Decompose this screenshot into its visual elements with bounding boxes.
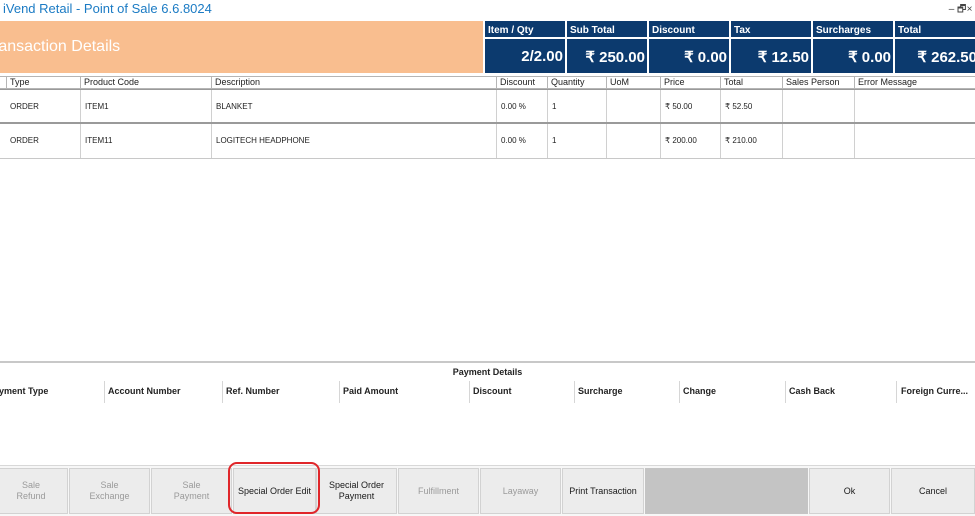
column-header-quantity[interactable]: Quantity (547, 77, 606, 89)
special-order-payment-button[interactable]: Special Order Payment (316, 468, 397, 514)
window-controls: –🗗× (948, 2, 975, 19)
cell-error-message (854, 124, 975, 158)
title-bar: iVend Retail - Point of Sale 6.6.8024 –🗗… (0, 0, 975, 20)
cell-total: ₹ 210.00 (720, 124, 782, 158)
ok-button[interactable]: Ok (809, 468, 890, 514)
cell-quantity: 1 (547, 90, 606, 122)
cell-discount: 0.00 % (496, 90, 547, 122)
cell-total: ₹ 52.50 (720, 90, 782, 122)
total-label: Sub Total (570, 25, 615, 36)
table-header: Type Product Code Description Discount Q… (0, 76, 975, 89)
transaction-details-banner: ransaction Details (0, 21, 483, 73)
cell-sales-person (782, 124, 854, 158)
column-header-sales-person[interactable]: Sales Person (782, 77, 854, 89)
payment-details-title: Payment Details (452, 367, 523, 377)
column-header-discount[interactable]: Discount (496, 77, 547, 89)
table-row[interactable]: ORDER ITEM11 LOGITECH HEADPHONE 0.00 % 1… (0, 124, 975, 159)
column-header-uom[interactable]: UoM (606, 77, 660, 89)
page-title: ransaction Details (0, 38, 121, 55)
transaction-header: ransaction Details Item / Qty 2/2.00 Sub… (0, 21, 975, 73)
close-icon[interactable]: × (966, 4, 975, 15)
column-header-description[interactable]: Description (211, 77, 496, 89)
cell-type: ORDER (10, 136, 39, 145)
total-cell-surcharges: Surcharges ₹ 0.00 (811, 21, 893, 73)
payment-column-type[interactable]: yment Type (0, 386, 48, 396)
cell-quantity: 1 (547, 124, 606, 158)
restore-icon[interactable]: 🗗 (957, 2, 966, 19)
total-value: ₹ 0.00 (848, 49, 891, 66)
cell-uom (606, 90, 660, 122)
special-order-edit-button[interactable]: Special Order Edit (233, 468, 316, 514)
app-title: iVend Retail - Point of Sale 6.6.8024 (3, 1, 212, 16)
total-cell-item-qty: Item / Qty 2/2.00 (483, 21, 565, 73)
column-header-error-message[interactable]: Error Message (854, 77, 975, 89)
total-label: Total (898, 25, 922, 36)
print-transaction-button[interactable]: Print Transaction (562, 468, 644, 514)
cancel-button[interactable]: Cancel (891, 468, 975, 514)
button-bar-spacer (645, 468, 808, 514)
sale-payment-button[interactable]: Sale Payment (151, 468, 232, 514)
fulfillment-button[interactable]: Fulfillment (398, 468, 479, 514)
total-cell-discount: Discount ₹ 0.00 (647, 21, 729, 73)
payment-details-panel: Payment Details yment Type Account Numbe… (0, 361, 975, 464)
payment-column-discount[interactable]: Discount (473, 386, 512, 396)
sale-exchange-button[interactable]: Sale Exchange (69, 468, 150, 514)
cell-discount: 0.00 % (496, 124, 547, 158)
column-header-price[interactable]: Price (660, 77, 720, 89)
total-cell-tax: Tax ₹ 12.50 (729, 21, 811, 73)
cell-uom (606, 124, 660, 158)
cell-description: BLANKET (211, 90, 496, 122)
column-header-total[interactable]: Total (720, 77, 782, 89)
cell-type: ORDER (10, 102, 39, 111)
sale-refund-button[interactable]: Sale Refund (0, 468, 68, 514)
total-value: ₹ 12.50 (757, 49, 809, 66)
table-row[interactable]: ORDER ITEM1 BLANKET 0.00 % 1 ₹ 50.00 ₹ 5… (0, 89, 975, 124)
total-value: 2/2.00 (521, 48, 563, 65)
total-cell-total: Total ₹ 262.50 (893, 21, 975, 73)
minimize-icon[interactable]: – (948, 4, 957, 15)
cell-error-message (854, 90, 975, 122)
payment-column-foreign-currency[interactable]: Foreign Curre... (901, 386, 968, 396)
total-label: Discount (652, 25, 695, 36)
totals-panel: Item / Qty 2/2.00 Sub Total ₹ 250.00 Dis… (483, 21, 975, 73)
cell-price: ₹ 200.00 (660, 124, 720, 158)
payment-column-cash-back[interactable]: Cash Back (789, 386, 835, 396)
total-value: ₹ 0.00 (684, 49, 727, 66)
cell-product-code: ITEM11 (80, 124, 211, 158)
payment-column-account-number[interactable]: Account Number (108, 386, 181, 396)
payment-column-change[interactable]: Change (683, 386, 716, 396)
payment-column-surcharge[interactable]: Surcharge (578, 386, 623, 396)
action-button-bar: Sale Refund Sale Exchange Sale Payment Spec… (0, 465, 975, 516)
total-value: ₹ 262.50 (917, 49, 975, 66)
cell-sales-person (782, 90, 854, 122)
column-header-type[interactable]: Type (6, 77, 81, 89)
payment-column-ref-number[interactable]: Ref. Number (226, 386, 280, 396)
column-header-product-code[interactable]: Product Code (80, 77, 211, 89)
total-label: Surcharges (816, 25, 872, 36)
cell-description: LOGITECH HEADPHONE (211, 124, 496, 158)
cell-product-code: ITEM1 (80, 90, 211, 122)
cell-price: ₹ 50.00 (660, 90, 720, 122)
total-cell-subtotal: Sub Total ₹ 250.00 (565, 21, 647, 73)
total-label: Item / Qty (488, 25, 534, 36)
layaway-button[interactable]: Layaway (480, 468, 561, 514)
total-label: Tax (734, 25, 751, 36)
total-value: ₹ 250.00 (585, 49, 645, 66)
items-table[interactable]: Type Product Code Description Discount Q… (0, 76, 975, 159)
payment-column-paid-amount[interactable]: Paid Amount (343, 386, 398, 396)
